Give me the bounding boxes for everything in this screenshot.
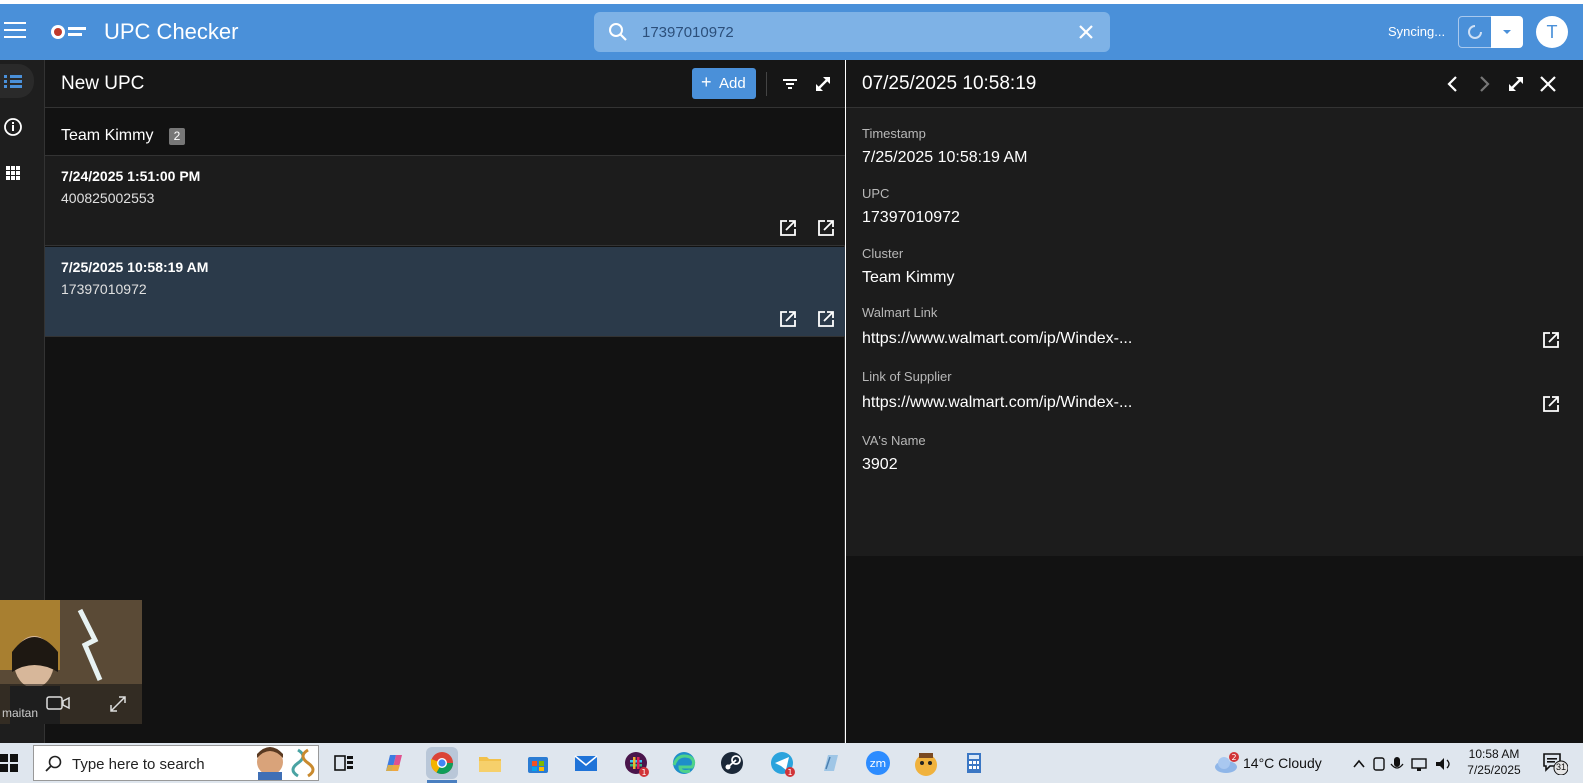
close-icon[interactable]	[1538, 74, 1558, 94]
detail-pane: 07/25/2025 10:58:19 Timestamp 7/25/2025 …	[846, 60, 1583, 743]
zoom-icon[interactable]: zm	[862, 747, 894, 779]
slack-icon[interactable]: 1	[620, 747, 652, 779]
open-external-icon[interactable]	[778, 309, 798, 329]
info-icon[interactable]	[0, 110, 34, 144]
cloudy-weather-icon[interactable]: 2	[1213, 751, 1241, 775]
calculator-icon[interactable]	[958, 747, 990, 779]
field-value-cluster: Team Kimmy	[862, 269, 955, 286]
group-count-badge: 2	[169, 128, 185, 145]
open-external-icon[interactable]	[778, 218, 798, 238]
app-title: UPC Checker	[104, 19, 239, 44]
app-logo	[50, 22, 88, 42]
field-value-timestamp: 7/25/2025 10:58:19 AM	[862, 149, 1028, 166]
field-label-upc: UPC	[862, 186, 890, 201]
edge-icon[interactable]	[668, 747, 700, 779]
search-icon	[45, 755, 62, 772]
steam-icon[interactable]	[716, 747, 748, 779]
add-button-label: Add	[719, 75, 746, 92]
search-input[interactable]: 17397010972	[642, 24, 734, 41]
windows-taskbar: Type here to search 1 1 zm 2 14°C Cloudy…	[0, 743, 1583, 783]
search-bar[interactable]: 17397010972	[594, 12, 1110, 52]
field-label-timestamp: Timestamp	[862, 126, 926, 141]
notification-count: 31	[1555, 762, 1566, 772]
copilot-icon[interactable]	[378, 747, 410, 779]
detail-header: 07/25/2025 10:58:19	[846, 60, 1583, 108]
list-item-date: 7/25/2025 10:58:19 AM	[61, 259, 209, 275]
apps-grid-icon[interactable]	[0, 156, 34, 190]
sync-button[interactable]	[1458, 16, 1492, 48]
field-label-walmart-link: Walmart Link	[862, 305, 938, 320]
hamburger-menu-icon[interactable]	[4, 22, 26, 42]
notification-center[interactable]: 31	[1542, 751, 1568, 775]
field-label-cluster: Cluster	[862, 246, 904, 261]
taskbar-clock[interactable]: 10:58 AM 7/25/2025	[1462, 746, 1526, 778]
plus-icon: +	[701, 72, 712, 92]
list-item[interactable]: 7/24/2025 1:51:00 PM 400825002553	[45, 156, 845, 246]
toolbar-divider	[766, 72, 767, 96]
app-window: UPC Checker 17397010972 Syncing... T New…	[0, 0, 1583, 783]
list-header: New UPC + Add	[45, 60, 845, 108]
detail-title: 07/25/2025 10:58:19	[862, 73, 1037, 94]
top-bar: UPC Checker 17397010972 Syncing... T	[0, 4, 1583, 60]
telegram-icon[interactable]: 1	[766, 747, 798, 779]
webcam-preview[interactable]: maitan	[0, 600, 142, 724]
search-highlight-illustration-icon	[257, 747, 315, 780]
weather-text[interactable]: 14°C Cloudy	[1243, 755, 1322, 771]
sync-status: Syncing...	[1388, 24, 1446, 39]
list-item-selected[interactable]: 7/25/2025 10:58:19 AM 17397010972	[45, 247, 845, 337]
list-item-upc: 17397010972	[61, 281, 147, 297]
open-external-icon[interactable]	[1541, 330, 1561, 350]
svg-text:1: 1	[787, 768, 792, 777]
file-explorer-icon[interactable]	[474, 747, 506, 779]
list-view-icon[interactable]	[0, 64, 34, 98]
field-label-va-name: VA's Name	[862, 433, 926, 448]
system-tray-icons[interactable]	[1352, 755, 1462, 773]
svg-text:2: 2	[1231, 753, 1236, 762]
next-icon[interactable]	[1474, 74, 1494, 94]
field-label-supplier-link: Link of Supplier	[862, 369, 952, 384]
clear-search-icon[interactable]	[1076, 22, 1096, 42]
taskbar-search-box[interactable]: Type here to search	[33, 745, 319, 781]
gaming-app-icon[interactable]	[910, 747, 942, 779]
taskbar-search-placeholder: Type here to search	[72, 756, 205, 773]
group-name: Team Kimmy	[61, 127, 154, 144]
mail-icon[interactable]	[570, 747, 602, 779]
expand-icon[interactable]	[1506, 74, 1526, 94]
clock-time: 10:58 AM	[1468, 747, 1520, 761]
field-value-walmart-link[interactable]: https://www.walmart.com/ip/Windex-...	[862, 330, 1132, 348]
windows-start-icon[interactable]	[0, 753, 20, 773]
add-button[interactable]: + Add	[692, 68, 756, 99]
search-icon	[608, 22, 628, 42]
previous-icon[interactable]	[1443, 74, 1463, 94]
field-value-upc: 17397010972	[862, 209, 960, 226]
list-item-date: 7/24/2025 1:51:00 PM	[61, 168, 201, 184]
detail-fields: Timestamp 7/25/2025 10:58:19 AM UPC 1739…	[846, 108, 1583, 556]
group-header[interactable]: Team Kimmy 2	[45, 108, 845, 156]
sync-dropdown-button[interactable]	[1491, 16, 1523, 48]
open-external-icon[interactable]	[1541, 394, 1561, 414]
field-value-supplier-link[interactable]: https://www.walmart.com/ip/Windex-...	[862, 394, 1132, 412]
user-avatar[interactable]: T	[1536, 16, 1568, 48]
camera-icon[interactable]	[46, 694, 70, 712]
task-view-icon[interactable]	[328, 747, 360, 779]
chrome-icon[interactable]	[426, 747, 458, 779]
filter-icon[interactable]	[780, 74, 800, 94]
microsoft-store-icon[interactable]	[522, 747, 554, 779]
list-item-upc: 400825002553	[61, 190, 155, 206]
clock-date: 7/25/2025	[1467, 763, 1521, 777]
open-external-icon[interactable]	[816, 309, 836, 329]
list-title: New UPC	[61, 73, 145, 94]
upc-list-pane: New UPC + Add Team Kimmy 2 7/24/2025 1:5…	[45, 60, 845, 743]
svg-text:zm: zm	[870, 757, 887, 770]
svg-text:1: 1	[641, 768, 646, 777]
field-value-va-name: 3902	[862, 456, 898, 473]
notepad-app-icon[interactable]	[814, 747, 846, 779]
expand-icon[interactable]	[813, 74, 833, 94]
open-external-icon[interactable]	[816, 218, 836, 238]
webcam-participant-name: maitan	[2, 706, 39, 720]
fullscreen-icon[interactable]	[108, 694, 128, 714]
